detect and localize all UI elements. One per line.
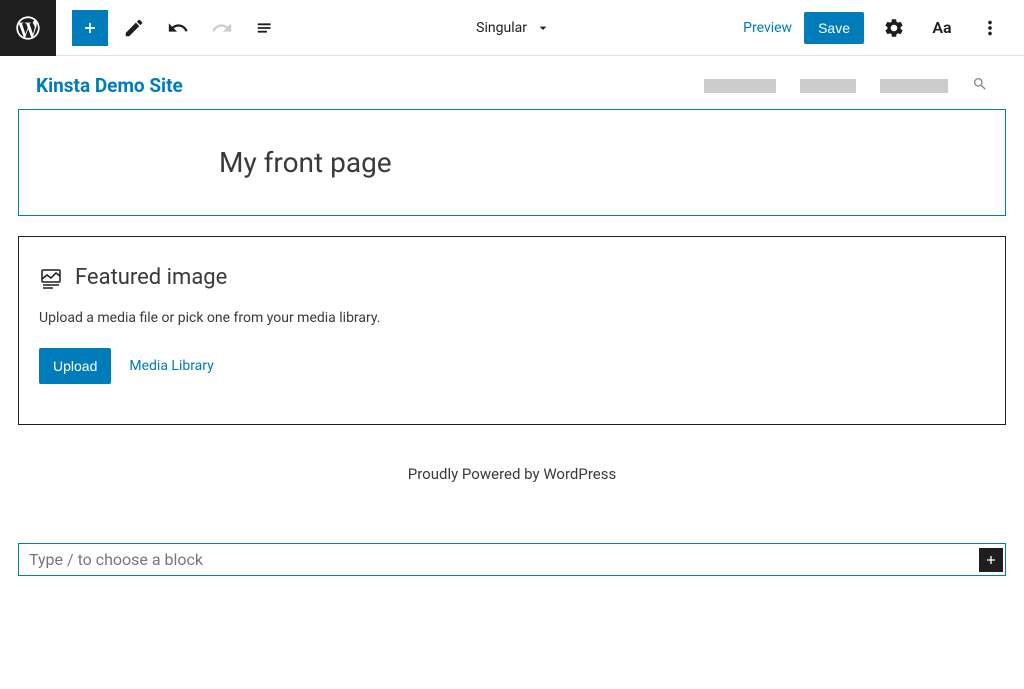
wordpress-logo[interactable] (0, 0, 56, 56)
gear-icon (883, 17, 905, 39)
template-selector[interactable]: Singular (284, 20, 743, 36)
nav-placeholders (704, 76, 988, 96)
more-vertical-icon (979, 17, 1001, 39)
styles-icon: Aa (932, 18, 951, 37)
featured-image-icon (39, 266, 63, 290)
template-name: Singular (476, 20, 527, 36)
nav-placeholder (704, 79, 776, 93)
featured-actions: Upload Media Library (39, 348, 985, 384)
styles-button[interactable]: Aa (924, 10, 960, 46)
redo-button[interactable] (204, 10, 240, 46)
new-block-add-button[interactable] (979, 548, 1003, 572)
settings-button[interactable] (876, 10, 912, 46)
nav-placeholder (880, 79, 948, 93)
plus-icon (983, 552, 999, 568)
preview-link[interactable]: Preview (743, 20, 792, 36)
pencil-icon (123, 17, 145, 39)
new-block-inserter[interactable]: Type / to choose a block (18, 543, 1006, 576)
upload-button[interactable]: Upload (39, 348, 111, 384)
toolbar-right: Preview Save Aa (743, 10, 1024, 46)
featured-description: Upload a media file or pick one from you… (39, 310, 985, 326)
site-header: Kinsta Demo Site (0, 56, 1024, 109)
edit-mode-button[interactable] (116, 10, 152, 46)
editor-content: My front page Featured image Upload a me… (0, 109, 1024, 576)
search-icon (972, 76, 988, 92)
search-button[interactable] (972, 76, 988, 96)
undo-button[interactable] (160, 10, 196, 46)
toolbar-left (56, 10, 284, 46)
wordpress-icon (14, 14, 42, 42)
plus-icon (80, 18, 100, 38)
chevron-down-icon (535, 20, 551, 36)
footer-text: Proudly Powered by WordPress (18, 465, 1006, 483)
redo-icon (211, 17, 233, 39)
save-button[interactable]: Save (804, 12, 864, 44)
list-view-icon (255, 17, 277, 39)
post-title-text: My front page (219, 146, 805, 179)
new-block-placeholder[interactable]: Type / to choose a block (21, 546, 979, 573)
featured-image-block[interactable]: Featured image Upload a media file or pi… (18, 236, 1006, 425)
add-block-button[interactable] (72, 10, 108, 46)
featured-header: Featured image (39, 265, 985, 290)
list-view-button[interactable] (248, 10, 284, 46)
featured-heading: Featured image (75, 265, 227, 290)
editor-topbar: Singular Preview Save Aa (0, 0, 1024, 56)
post-title-block[interactable]: My front page (18, 109, 1006, 216)
media-library-link[interactable]: Media Library (129, 358, 213, 374)
site-title[interactable]: Kinsta Demo Site (36, 74, 183, 97)
undo-icon (167, 17, 189, 39)
nav-placeholder (800, 79, 856, 93)
more-options-button[interactable] (972, 10, 1008, 46)
